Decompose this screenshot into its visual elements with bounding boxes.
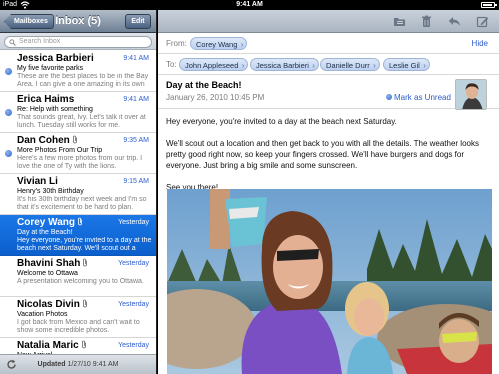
hide-details-link[interactable]: Hide [472, 33, 488, 54]
unread-dot-icon [5, 109, 12, 116]
message-subject-line: More Photos From Our Trip [17, 147, 103, 154]
updated-status: Updated 1/27/10 9:41 AM [0, 355, 156, 374]
message-sender: Dan Cohen [17, 135, 78, 146]
inbox-navbar: Inbox (5) Mailboxes Edit [0, 10, 156, 33]
message-time: 9:15 AM [123, 178, 149, 185]
message-list-item[interactable]: Bhavini Shah Yesterday Welcome to Ottawa A … [0, 256, 156, 297]
message-toolbar [158, 10, 499, 33]
paperclip-icon [78, 217, 82, 226]
mailbox-toolbar: Updated 1/27/10 9:41 AM [0, 354, 156, 374]
body-paragraph: We'll scout out a location and then get … [166, 139, 479, 170]
to-row: To: John Appleseed Jessica Barbieri Dani… [158, 54, 499, 75]
folder-icon[interactable] [393, 15, 406, 28]
message-subject: Day at the Beach! [166, 80, 242, 90]
message-list-item[interactable]: Nicolas Divin Yesterday Vacation Photos I g… [0, 297, 156, 338]
clock: 9:41 AM [236, 1, 263, 8]
message-sender: Bhavini Shah [17, 258, 88, 269]
message-pane: From: Corey Wang Hide To: John Appleseed… [158, 10, 499, 374]
search-bar: Search Inbox [0, 33, 156, 50]
body-paragraph: Hey everyone, you're invited to a day at… [166, 117, 397, 126]
message-time: Yesterday [118, 219, 149, 226]
updated-time: 9:41 AM [92, 361, 119, 368]
message-subject-line: Welcome to Ottawa [17, 270, 78, 277]
recipient-chip[interactable]: Jessica Barbieri [250, 58, 319, 72]
message-time: Yesterday [118, 342, 149, 349]
mailbox-pane: Inbox (5) Mailboxes Edit Search Inbox Je… [0, 10, 157, 374]
edit-button[interactable]: Edit [125, 14, 151, 29]
message-list-item[interactable]: Vivian Li 9:15 AM Henry's 30th Birthday It'… [0, 174, 156, 215]
unread-dot-icon [5, 68, 12, 75]
beach-photo-image [167, 189, 492, 374]
message-subject-line: My five favorite parks [17, 65, 84, 72]
to-label: To: [166, 60, 177, 69]
message-sender: Natalia Maric [17, 340, 87, 351]
message-time: 9:41 AM [123, 55, 149, 62]
message-preview: I got back from Mexico and can't wait to… [17, 319, 140, 334]
from-row: From: Corey Wang Hide [158, 33, 499, 54]
message-time: 9:35 AM [123, 137, 149, 144]
paperclip-icon [83, 258, 88, 267]
message-time: Yesterday [118, 301, 149, 308]
message-sender: Jessica Barbieri [17, 53, 94, 64]
message-subject-line: Day at the Beach! [17, 229, 73, 236]
mark-as-unread-label: Mark as Unread [394, 93, 451, 102]
mark-as-unread-button[interactable]: Mark as Unread [386, 93, 451, 102]
recipient-chip[interactable]: Danielle Durr [320, 58, 380, 72]
battery-icon [481, 2, 497, 8]
updated-label: Updated [37, 361, 66, 368]
trash-icon[interactable] [420, 15, 433, 28]
message-sender: Vivian Li [17, 176, 58, 187]
recipient-chip[interactable]: Leslie Gil [383, 58, 430, 72]
attached-beach-photo[interactable] [167, 189, 492, 374]
message-list-item[interactable]: Corey Wang Yesterday Day at the Beach! Hey … [0, 215, 156, 256]
recipient-chip[interactable]: John Appleseed [179, 58, 249, 72]
updated-date: 1/27/10 [67, 361, 91, 368]
message-preview: Hey everyone, you're invited to a day at… [17, 237, 152, 252]
message-date: January 26, 2010 10:45 PM [166, 93, 265, 102]
message-preview: It's his 30th birthday next week and I'm… [17, 196, 147, 211]
message-time: Yesterday [118, 260, 149, 267]
unread-dot-icon [5, 150, 12, 157]
reply-icon[interactable] [448, 15, 461, 28]
paperclip-icon [72, 135, 77, 144]
compose-icon[interactable] [476, 15, 489, 28]
message-list-item[interactable]: Dan Cohen 9:35 AM More Photos From Our Tri… [0, 133, 156, 174]
message-subject-line: Vacation Photos [17, 311, 68, 318]
message-preview: Here's a few more photos from our trip. … [17, 155, 143, 170]
message-preview: These are the best places to be in the B… [17, 73, 149, 88]
sender-avatar[interactable] [455, 79, 487, 110]
person-photo-icon [456, 80, 486, 109]
message-sender: Erica Haims [17, 94, 75, 105]
message-header: Day at the Beach! January 26, 2010 10:45… [158, 75, 499, 110]
paperclip-icon [81, 340, 86, 349]
from-chip[interactable]: Corey Wang [190, 37, 248, 51]
message-subject-line: Re: Help with something [17, 106, 93, 113]
message-preview: That sounds great, Ivy. Let's talk it ov… [17, 114, 146, 129]
message-list-item[interactable]: Erica Haims 9:41 AM Re: Help with somethin… [0, 92, 156, 133]
status-bar: iPad 9:41 AM [0, 0, 499, 10]
unread-dot-icon [386, 94, 392, 100]
message-preview: A presentation welcoming you to Ottawa. [17, 278, 144, 285]
message-list: Jessica Barbieri 9:41 AM My five favorite … [0, 51, 156, 374]
mailboxes-back-button[interactable]: Mailboxes [4, 14, 54, 29]
message-time: 9:41 AM [123, 96, 149, 103]
message-sender: Corey Wang [17, 217, 83, 228]
search-input[interactable]: Search Inbox [4, 36, 152, 48]
search-placeholder: Search Inbox [19, 38, 61, 45]
search-icon [9, 39, 16, 46]
message-list-item[interactable]: Jessica Barbieri 9:41 AM My five favorite … [0, 51, 156, 92]
from-label: From: [166, 39, 187, 48]
paperclip-icon [82, 299, 87, 308]
message-subject-line: Henry's 30th Birthday [17, 188, 84, 195]
message-sender: Nicolas Divin [17, 299, 88, 310]
